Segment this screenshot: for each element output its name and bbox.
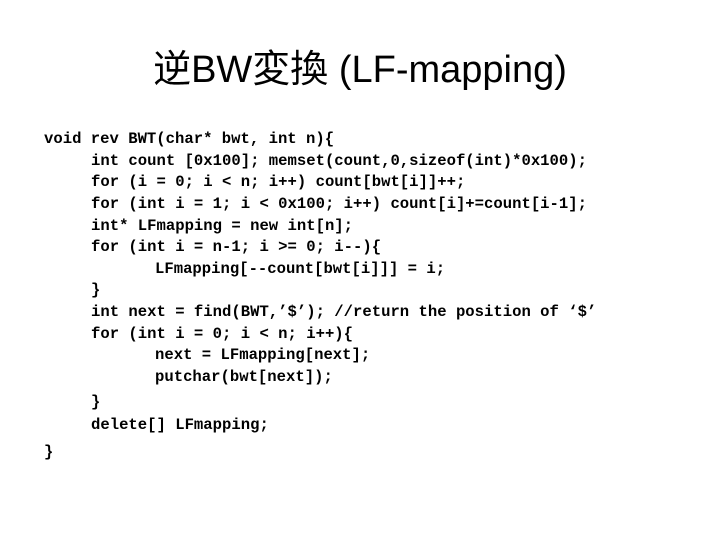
code-line-putchar: putchar(bwt[next]); <box>155 368 333 386</box>
code-line-close-brace: } <box>91 281 101 299</box>
code-line-lfmapping-alloc: int* LFmapping = new int[n]; <box>91 217 354 235</box>
code-line-close-brace: } <box>44 443 54 461</box>
code-line-function-signature: void rev BWT(char* bwt, int n){ <box>44 130 335 148</box>
code-line-find-dollar: int next = find(BWT,’$’); //return the p… <box>91 303 597 321</box>
code-line-reverse-loop: for (int i = n-1; i >= 0; i--){ <box>91 238 382 256</box>
code-line-count-init: int count [0x100]; memset(count,0,sizeof… <box>91 152 587 170</box>
code-line-delete: delete[] LFmapping; <box>91 416 269 434</box>
code-line-close-brace: } <box>91 393 101 411</box>
slide-title: 逆BW変換 (LF-mapping) <box>153 49 567 91</box>
code-line-count-loop: for (i = 0; i < n; i++) count[bwt[i]]++; <box>91 173 466 191</box>
code-line-next-assign: next = LFmapping[next]; <box>155 346 371 364</box>
code-line-prefix-sum-loop: for (int i = 1; i < 0x100; i++) count[i]… <box>91 195 587 213</box>
code-line-lfmapping-assign: LFmapping[--count[bwt[i]]] = i; <box>155 260 446 278</box>
code-line-output-loop: for (int i = 0; i < n; i++){ <box>91 325 354 343</box>
